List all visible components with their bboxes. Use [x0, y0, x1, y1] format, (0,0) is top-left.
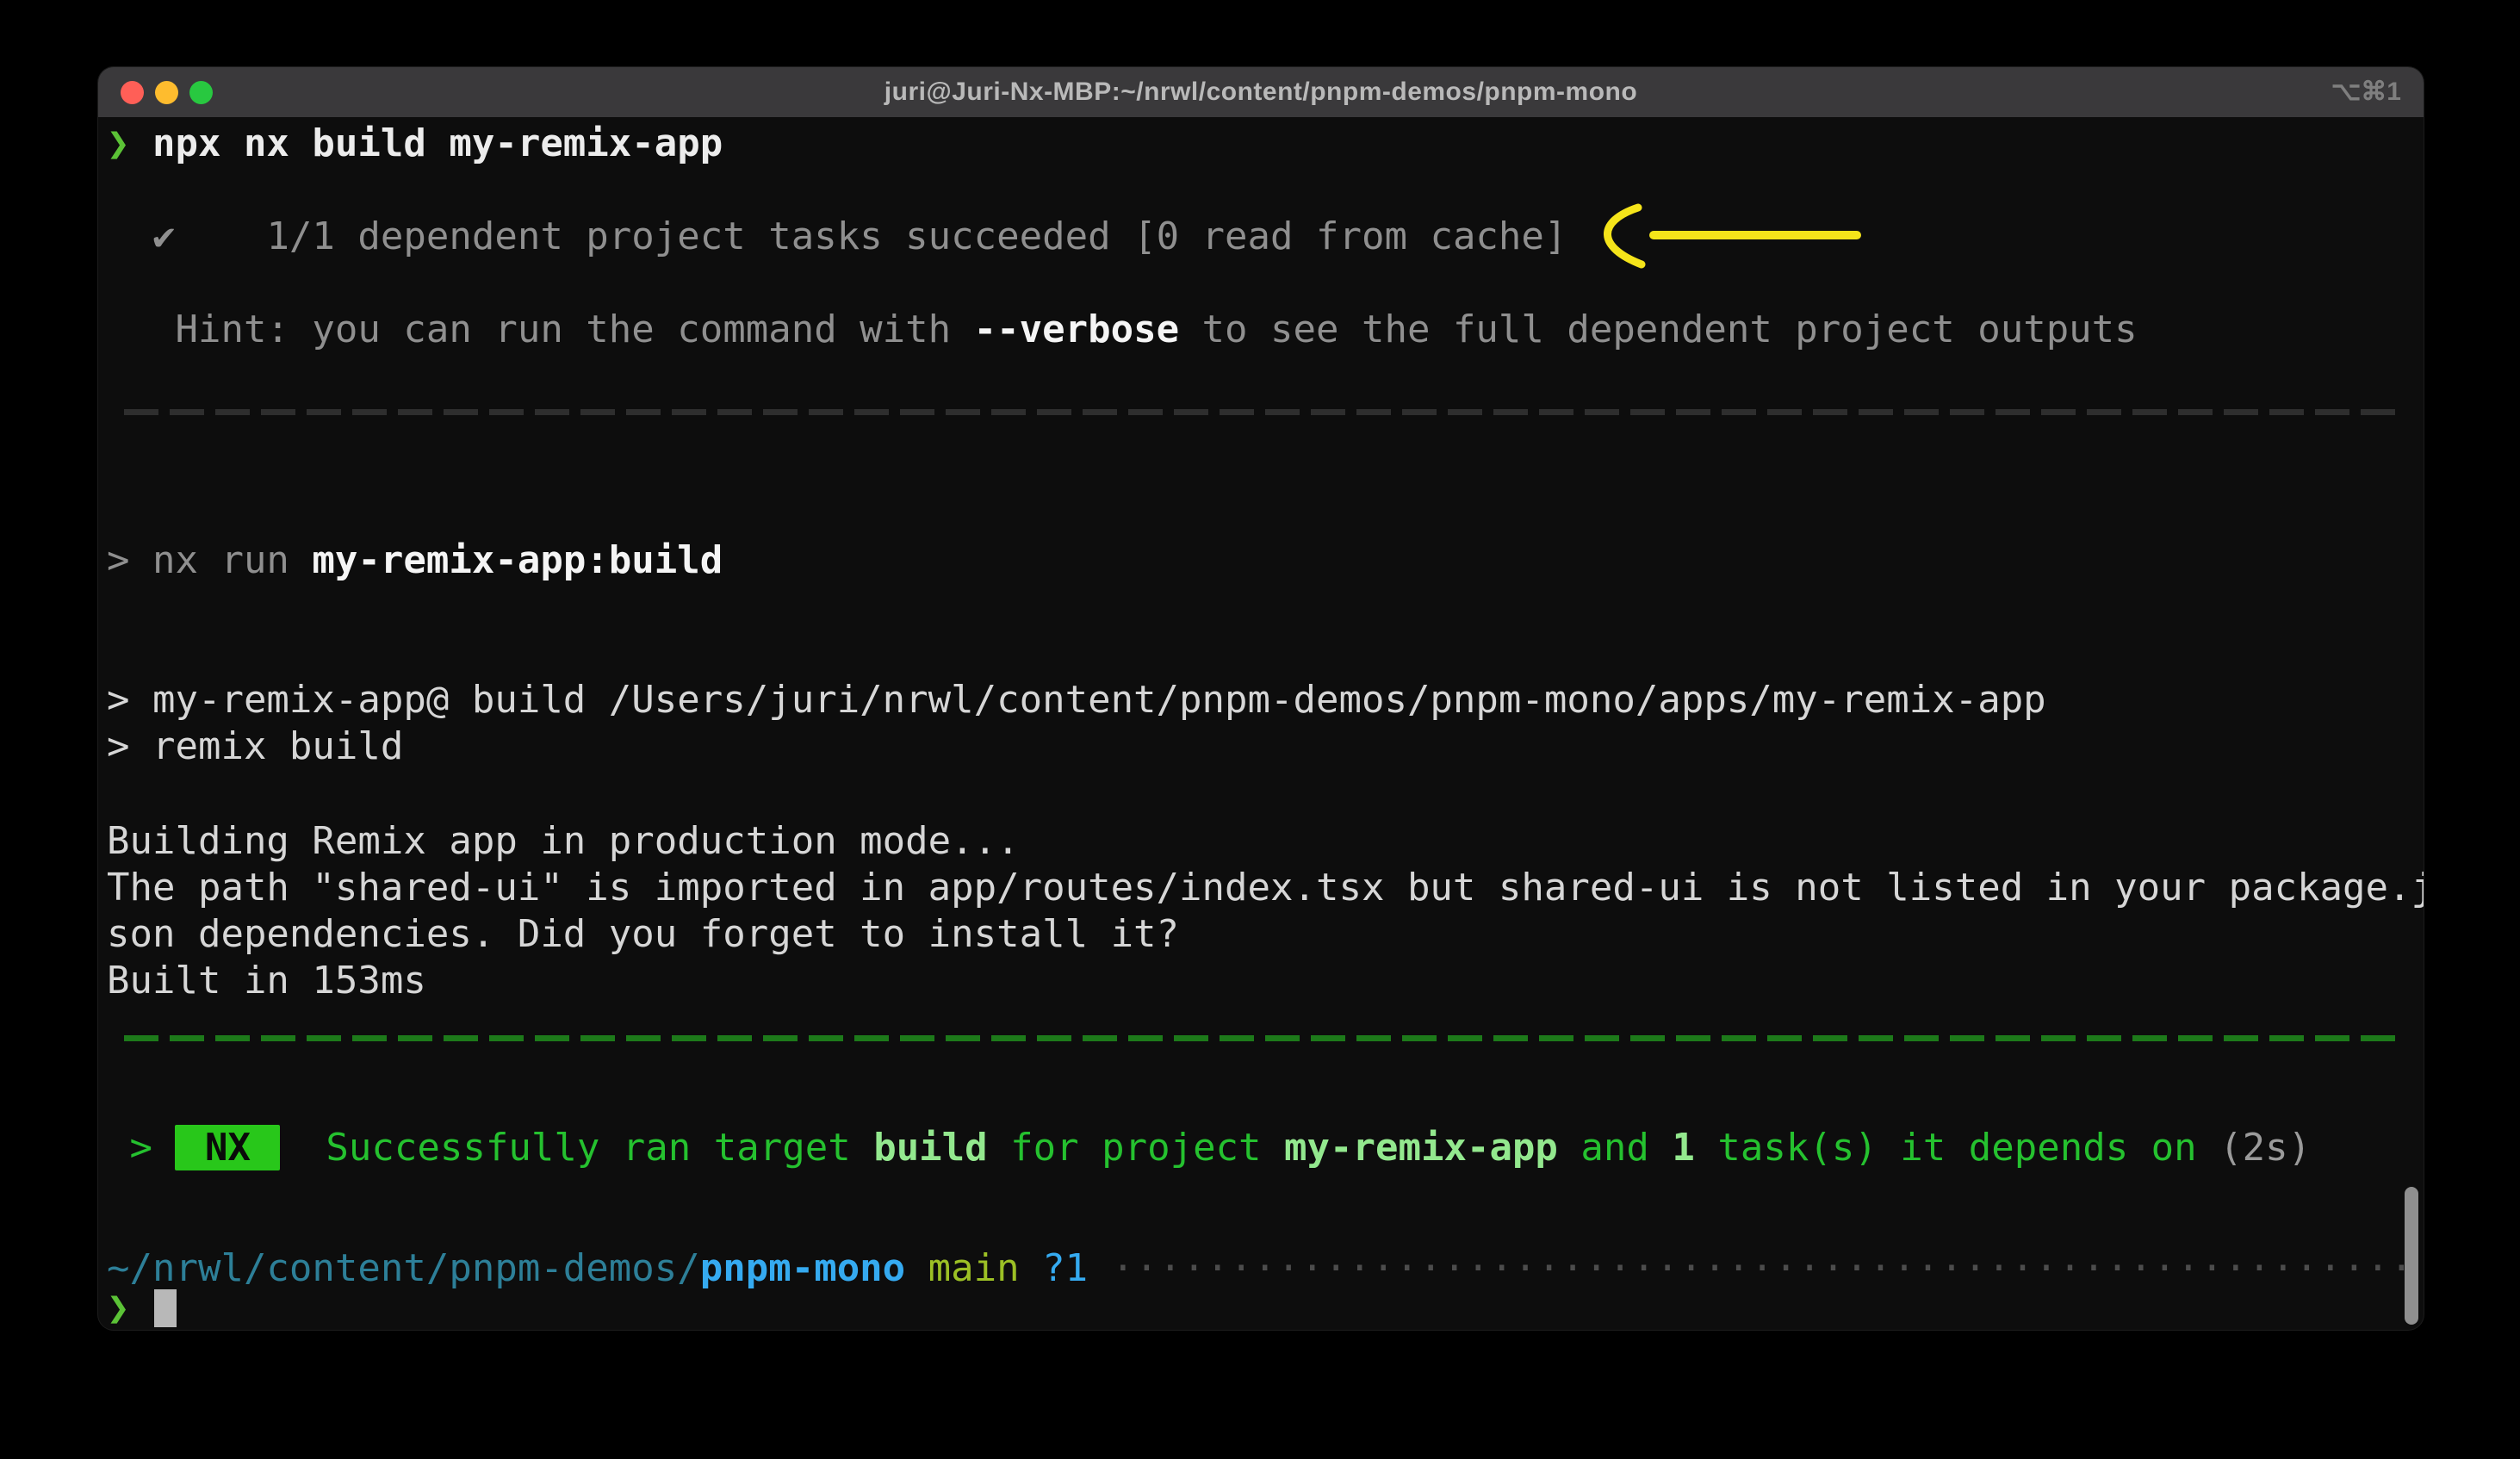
terminal-screen[interactable]: ❯ npx nx build my-remix-app ✔ 1/1 depend… [98, 117, 2424, 1330]
git-branch: main [905, 1246, 1042, 1290]
success-text: Successfully ran target [280, 1126, 873, 1170]
separator-dashed-green [124, 1035, 2398, 1041]
command-line: ❯ npx nx build my-remix-app [107, 121, 2415, 167]
build-output-line: Built in 153ms [107, 958, 2415, 1004]
hint-line: Hint: you can run the command with --ver… [107, 307, 2415, 353]
tasks-succeeded-line: ✔ 1/1 dependent project tasks succeeded … [107, 214, 2415, 260]
success-task-count: 1 [1672, 1126, 1695, 1170]
yellow-arrow-annotation [1585, 202, 1878, 275]
separator-dashed-gray [124, 409, 2398, 415]
tab-shortcut-badge: ⌥⌘1 [2331, 67, 2401, 117]
prompt-chevron-icon: ❯ [107, 1286, 130, 1330]
hint-text-post: to see the full dependent project output… [1179, 307, 2138, 351]
success-timing: (2s) [2219, 1126, 2311, 1170]
nx-run-line: > nx run my-remix-app:build [107, 537, 2415, 584]
hint-text-pre: Hint: you can run the command with [107, 307, 974, 351]
pkg-build-line: > my-remix-app@ build /Users/juri/nrwl/c… [107, 677, 2415, 723]
cwd-repo: pnpm-mono [700, 1246, 905, 1290]
command-text: npx nx build my-remix-app [152, 121, 723, 165]
verbose-flag: --verbose [974, 307, 1179, 351]
build-output-line: Building Remix app in production mode... [107, 818, 2415, 865]
cwd-path: ~/nrwl/content/pnpm-demos/ [107, 1246, 700, 1290]
text-cursor [154, 1289, 177, 1327]
nx-badge: NX [175, 1125, 280, 1170]
check-icon: ✔ [107, 214, 175, 258]
window-title: juri@Juri-Nx-MBP:~/nrwl/content/pnpm-dem… [98, 78, 2424, 107]
nx-run-target: my-remix-app:build [312, 538, 723, 582]
titlebar[interactable]: juri@Juri-Nx-MBP:~/nrwl/content/pnpm-dem… [98, 67, 2424, 117]
nx-run-prefix: > nx run [107, 538, 312, 582]
tasks-succeeded-text: 1/1 dependent project tasks succeeded [0… [175, 214, 1567, 258]
success-text: and [1558, 1126, 1672, 1170]
success-target: build [873, 1126, 987, 1170]
terminal-window: juri@Juri-Nx-MBP:~/nrwl/content/pnpm-dem… [98, 67, 2424, 1330]
success-arrow: > [107, 1126, 175, 1170]
scrollbar-thumb[interactable] [2405, 1187, 2418, 1325]
success-text: for project [988, 1126, 1284, 1170]
remix-build-line: > remix build [107, 723, 2415, 770]
active-prompt-line[interactable]: ❯ [107, 1285, 2415, 1330]
prompt-chevron-icon: ❯ [107, 121, 152, 165]
success-project: my-remix-app [1284, 1126, 1558, 1170]
git-status: ?1 [1042, 1246, 1088, 1290]
build-output-line: The path "shared-ui" is imported in app/… [107, 865, 2415, 911]
build-output-line: son dependencies. Did you forget to inst… [107, 911, 2415, 958]
prompt-filler-dots: ········································… [1088, 1246, 2413, 1290]
success-text: task(s) it depends on [1695, 1126, 2219, 1170]
success-line: > NX Successfully ran target build for p… [107, 1125, 2415, 1171]
